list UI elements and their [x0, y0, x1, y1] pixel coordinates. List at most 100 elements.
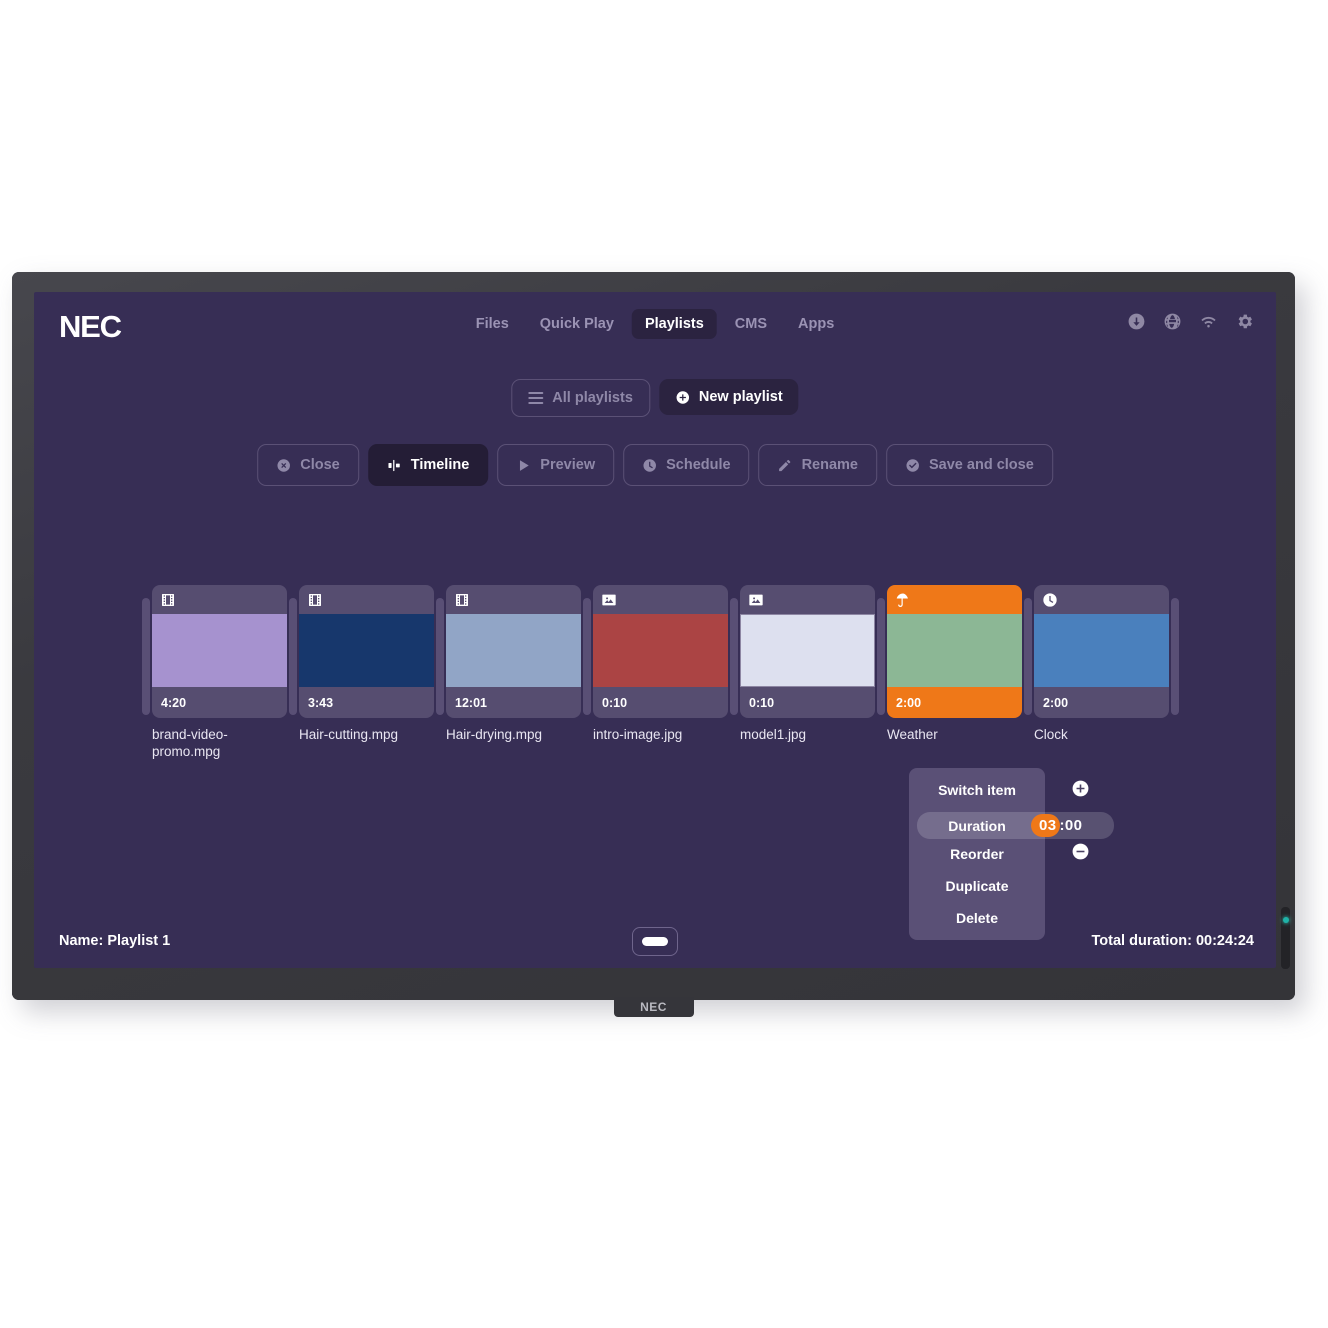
umbrella-icon [895, 592, 911, 608]
signage-app-ui: NEC Files Quick Play Playlists CMS Apps [34, 292, 1276, 968]
menu-item-duration[interactable]: Duration 03:00 [917, 812, 1114, 839]
collapse-handle-button[interactable] [632, 927, 678, 956]
timeline-item: 12:01 Hair-drying.mpg [446, 585, 581, 744]
new-playlist-label: New playlist [698, 389, 783, 405]
menu-item-switch-item[interactable]: Switch item [909, 774, 1045, 806]
timeline-item: 0:10 intro-image.jpg [593, 585, 728, 744]
schedule-button[interactable]: Schedule [623, 444, 750, 486]
timeline-item-duration: 0:10 [749, 696, 775, 710]
clock-icon [1042, 592, 1058, 608]
wifi-icon[interactable] [1199, 312, 1218, 331]
minus-circle-icon[interactable] [1071, 842, 1090, 861]
timeline-item-card[interactable]: 0:10 [593, 585, 728, 718]
timeline-label: Timeline [410, 457, 470, 473]
timeline-item-duration: 0:10 [602, 696, 628, 710]
timeline-drag-handle[interactable] [436, 598, 444, 715]
nav-item-cms[interactable]: CMS [722, 309, 780, 339]
timeline-item-card[interactable]: 2:00 [1034, 585, 1169, 718]
timeline-item: 2:00 Clock [1034, 585, 1169, 744]
timeline-drag-handle[interactable] [1171, 598, 1179, 715]
timeline-item-duration: 2:00 [1043, 696, 1069, 710]
nav-item-quick-play[interactable]: Quick Play [527, 309, 627, 339]
timeline-item-label: brand-video-promo.mpg [152, 727, 228, 759]
preview-label: Preview [540, 457, 596, 473]
nav-item-playlists[interactable]: Playlists [631, 309, 717, 339]
main-navigation: Files Quick Play Playlists CMS Apps [463, 309, 848, 339]
timeline-item-card[interactable]: 3:43 [299, 585, 434, 718]
timeline-item-duration: 2:00 [896, 696, 922, 710]
download-icon[interactable] [1127, 312, 1146, 331]
power-led-strip [1281, 907, 1290, 969]
timeline-item-card[interactable]: 4:20 [152, 585, 287, 718]
item-context-menu: Switch item x Reorder Duplicate Delete D… [909, 768, 1127, 940]
playlist-editor-toolbar: Close Timeline Preview Schedule Rename S… [257, 444, 1053, 486]
timeline-drag-handle[interactable] [142, 598, 150, 715]
bezel-brand-logo: NEC [640, 1000, 667, 1014]
all-playlists-button[interactable]: All playlists [511, 379, 650, 417]
duration-label: Duration [948, 817, 1006, 834]
timeline-drag-handle[interactable] [877, 598, 885, 715]
brand-logo: NEC [59, 309, 122, 344]
timeline-item-thumbnail [299, 614, 434, 687]
image-icon [601, 592, 617, 608]
plus-circle-icon[interactable] [1071, 779, 1090, 798]
save-and-close-button[interactable]: Save and close [886, 444, 1053, 486]
status-icon-group [1127, 312, 1254, 331]
plus-circle-icon [676, 390, 689, 404]
timeline-icon [387, 459, 400, 471]
play-icon [520, 459, 529, 471]
close-label: Close [300, 457, 340, 473]
close-circle-icon [277, 458, 290, 472]
timeline-item-card[interactable]: 12:01 [446, 585, 581, 718]
app-top-bar: NEC Files Quick Play Playlists CMS Apps [34, 292, 1276, 354]
rename-button[interactable]: Rename [758, 444, 877, 486]
monitor-chin-logo-plate: NEC [613, 997, 694, 1017]
pencil-icon [779, 459, 791, 471]
timeline-item-thumbnail [446, 614, 581, 687]
nav-item-apps[interactable]: Apps [785, 309, 847, 339]
new-playlist-button[interactable]: New playlist [658, 379, 799, 415]
timeline-item-card[interactable]: 2:00 [887, 585, 1022, 718]
timeline-item-selected: 2:00 Weather [887, 585, 1022, 744]
menu-item-delete[interactable]: Delete [909, 902, 1045, 934]
timeline-item-thumbnail [887, 614, 1022, 687]
timeline-item: 0:10 model1.jpg [740, 585, 875, 744]
timeline-item-thumbnail [152, 614, 287, 687]
nav-item-files[interactable]: Files [463, 309, 522, 339]
timeline-button[interactable]: Timeline [367, 444, 489, 486]
context-menu-panel: Switch item x Reorder Duplicate Delete [909, 768, 1045, 940]
close-button[interactable]: Close [257, 444, 359, 486]
playlist-controls-row: All playlists New playlist [511, 379, 799, 417]
timeline-item-duration: 3:43 [308, 696, 334, 710]
menu-item-reorder[interactable]: Reorder [909, 838, 1045, 870]
save-and-close-label: Save and close [929, 457, 1034, 473]
timeline-item-label: Hair-drying.mpg [446, 727, 543, 742]
clock-icon [643, 458, 656, 472]
gear-icon[interactable] [1235, 312, 1254, 331]
timeline-item-thumbnail [1034, 614, 1169, 687]
duration-value[interactable]: 03:00 [1031, 814, 1083, 837]
timeline-item-label: Clock [1034, 727, 1068, 742]
image-icon [748, 592, 764, 608]
timeline-drag-handle[interactable] [1024, 598, 1032, 715]
timeline-item: 4:20 brand-video-promo.mpg [152, 585, 287, 761]
timeline-drag-handle[interactable] [583, 598, 591, 715]
total-duration-label: Total duration: 00:24:24 [1091, 933, 1254, 949]
preview-button[interactable]: Preview [497, 444, 615, 486]
timeline-item-card[interactable]: 0:10 [740, 585, 875, 718]
timeline-drag-handle[interactable] [730, 598, 738, 715]
timeline-item-duration: 12:01 [455, 696, 487, 710]
timeline-drag-handle[interactable] [289, 598, 297, 715]
duration-minutes[interactable]: 03 [1031, 814, 1060, 837]
nec-display-monitor: NEC NEC Files Quick Play Playlists CMS A… [12, 272, 1295, 1017]
duration-seconds[interactable]: :00 [1060, 817, 1083, 834]
menu-item-duplicate[interactable]: Duplicate [909, 870, 1045, 902]
globe-icon[interactable] [1163, 312, 1182, 331]
timeline-item-label: Hair-cutting.mpg [299, 727, 399, 742]
film-icon [160, 592, 176, 608]
all-playlists-label: All playlists [552, 390, 633, 406]
timeline-item-thumbnail [740, 614, 875, 687]
playlist-name-label: Name: Playlist 1 [59, 933, 171, 949]
timeline-item-duration: 4:20 [161, 696, 187, 710]
timeline-item-thumbnail [593, 614, 728, 687]
